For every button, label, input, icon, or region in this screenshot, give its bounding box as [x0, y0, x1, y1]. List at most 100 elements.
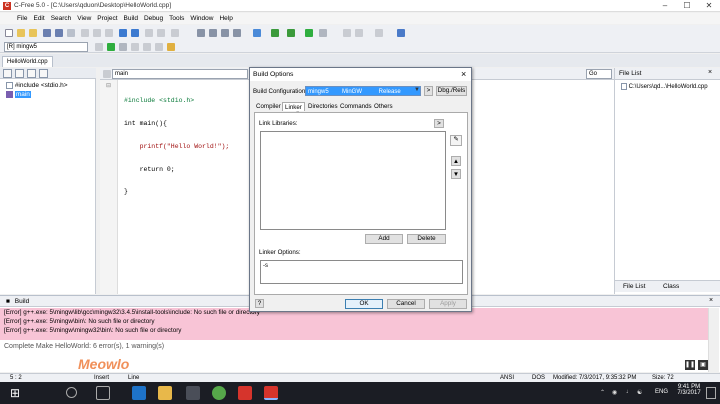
move-up-icon[interactable]: ▲: [451, 156, 461, 166]
menu-edit[interactable]: Edit: [30, 13, 47, 24]
replace-icon[interactable]: [221, 29, 229, 37]
compile-run-icon[interactable]: [107, 43, 115, 51]
step-icon[interactable]: [355, 29, 363, 37]
tab-others[interactable]: Others: [372, 102, 395, 111]
menu-search[interactable]: Search: [48, 13, 75, 24]
fullscreen-icon[interactable]: ▣: [698, 360, 708, 370]
volume-icon[interactable]: ♩: [626, 389, 632, 395]
network-icon[interactable]: ◉: [612, 389, 617, 396]
find-icon[interactable]: [197, 29, 205, 37]
store-icon[interactable]: [186, 386, 200, 400]
menu-file[interactable]: File: [14, 13, 30, 24]
close-build-icon[interactable]: ×: [709, 297, 713, 304]
watch-icon[interactable]: [375, 29, 383, 37]
link-libraries-list[interactable]: [260, 131, 446, 230]
close-panel-icon[interactable]: ×: [708, 69, 712, 76]
copy-icon[interactable]: [93, 29, 101, 37]
close-button[interactable]: ✕: [698, 0, 720, 12]
tab-directories[interactable]: Directories: [306, 102, 340, 111]
stop-icon[interactable]: [319, 29, 327, 37]
cortana-icon[interactable]: [66, 387, 77, 398]
apply-button[interactable]: Apply: [429, 299, 467, 309]
tray-chevron-icon[interactable]: ⌃: [600, 389, 605, 396]
variables-icon[interactable]: [39, 69, 48, 78]
dialog-close-button[interactable]: ×: [461, 69, 466, 80]
tab-compiler[interactable]: Compiler: [254, 102, 283, 111]
redo-icon[interactable]: [131, 29, 139, 37]
goto-line-icon[interactable]: [233, 29, 241, 37]
config-arrow-button[interactable]: >: [424, 86, 433, 96]
outdent-icon[interactable]: [157, 29, 165, 37]
clean-icon[interactable]: [143, 43, 151, 51]
nav-back-icon[interactable]: [103, 70, 111, 78]
tab-class[interactable]: Class: [663, 283, 679, 290]
build-error-line[interactable]: [Error] g++.exe: 5\mingw\bin\: No such f…: [4, 318, 155, 325]
indent-icon[interactable]: [145, 29, 153, 37]
clock[interactable]: 9:41 PM 7/3/2017: [676, 384, 702, 396]
link-libraries-more-button[interactable]: >: [434, 119, 444, 128]
stop-build-icon[interactable]: [119, 43, 127, 51]
build-error-line[interactable]: [Error] g++.exe: 5\mingw\mingw32\bin\: N…: [4, 327, 181, 334]
menu-view[interactable]: View: [74, 13, 94, 24]
comment-icon[interactable]: [171, 29, 179, 37]
compile-icon[interactable]: [271, 29, 279, 37]
add-library-button[interactable]: Add: [365, 234, 403, 244]
compiler-profile-select[interactable]: [R] mingw5: [4, 42, 88, 52]
find-next-icon[interactable]: [209, 29, 217, 37]
wifi-icon[interactable]: ☯: [637, 389, 642, 396]
functions-icon[interactable]: [27, 69, 36, 78]
members-icon[interactable]: [15, 69, 24, 78]
edge-icon[interactable]: [132, 386, 146, 400]
tab-commands[interactable]: Commands: [338, 102, 374, 111]
build-scrollbar[interactable]: [708, 308, 719, 372]
menu-tools[interactable]: Tools: [166, 13, 187, 24]
new-file-icon[interactable]: [5, 29, 13, 37]
office-icon[interactable]: [238, 386, 252, 400]
go-button[interactable]: Go: [586, 69, 612, 79]
ok-button[interactable]: OK: [345, 299, 383, 309]
rebuild-icon[interactable]: [131, 43, 139, 51]
sort-icon[interactable]: [3, 69, 12, 78]
dbg-rels-button[interactable]: Dbg./Rels: [436, 86, 467, 96]
function-select[interactable]: main: [112, 69, 248, 79]
bookmark-icon[interactable]: [253, 29, 261, 37]
fold-marker-icon[interactable]: ⊟: [106, 82, 111, 89]
menu-project[interactable]: Project: [94, 13, 120, 24]
cfree-taskbar-icon[interactable]: [264, 386, 278, 400]
build-icon[interactable]: [287, 29, 295, 37]
tab-file-list[interactable]: File List: [623, 283, 645, 290]
tree-item-include[interactable]: #include <stdio.h>: [6, 82, 68, 89]
delete-library-button[interactable]: Delete: [407, 234, 446, 244]
edit-pencil-icon[interactable]: ✎: [450, 135, 462, 146]
save-icon[interactable]: [43, 29, 51, 37]
menu-build[interactable]: Build: [121, 13, 141, 24]
build-error-line[interactable]: [Error] g++.exe: 5\mingw\lib\gcc\mingw32…: [4, 309, 260, 316]
options-icon[interactable]: [167, 43, 175, 51]
linker-options-field[interactable]: -s: [260, 260, 463, 284]
task-view-icon[interactable]: [96, 386, 110, 400]
open-folder-icon[interactable]: [17, 29, 25, 37]
language-indicator[interactable]: ENG: [655, 389, 668, 395]
move-down-icon[interactable]: ▼: [451, 169, 461, 179]
browser-icon[interactable]: [212, 386, 226, 400]
breakpoint-icon[interactable]: [343, 29, 351, 37]
cancel-button[interactable]: Cancel: [387, 299, 425, 309]
menu-window[interactable]: Window: [187, 13, 216, 24]
print-icon[interactable]: [67, 29, 75, 37]
build-config-select[interactable]: mingw5 MinGW Release: [305, 86, 421, 96]
paste-icon[interactable]: [105, 29, 113, 37]
help-book-icon[interactable]: [397, 29, 405, 37]
run-icon[interactable]: [305, 29, 313, 37]
file-list-item[interactable]: C:\Users\qd...\HelloWorld.cpp: [621, 83, 708, 90]
menu-debug[interactable]: Debug: [141, 13, 166, 24]
tree-item-main[interactable]: main: [6, 91, 31, 99]
maximize-button[interactable]: ☐: [676, 0, 698, 12]
debug-icon[interactable]: [155, 43, 163, 51]
profile-settings-icon[interactable]: [95, 43, 103, 51]
file-explorer-icon[interactable]: [158, 386, 172, 400]
save-all-icon[interactable]: [55, 29, 63, 37]
open-project-icon[interactable]: [29, 29, 37, 37]
dialog-help-button[interactable]: ?: [255, 299, 264, 308]
pause-icon[interactable]: ❚❚: [685, 360, 695, 370]
notification-icon[interactable]: [706, 387, 716, 399]
